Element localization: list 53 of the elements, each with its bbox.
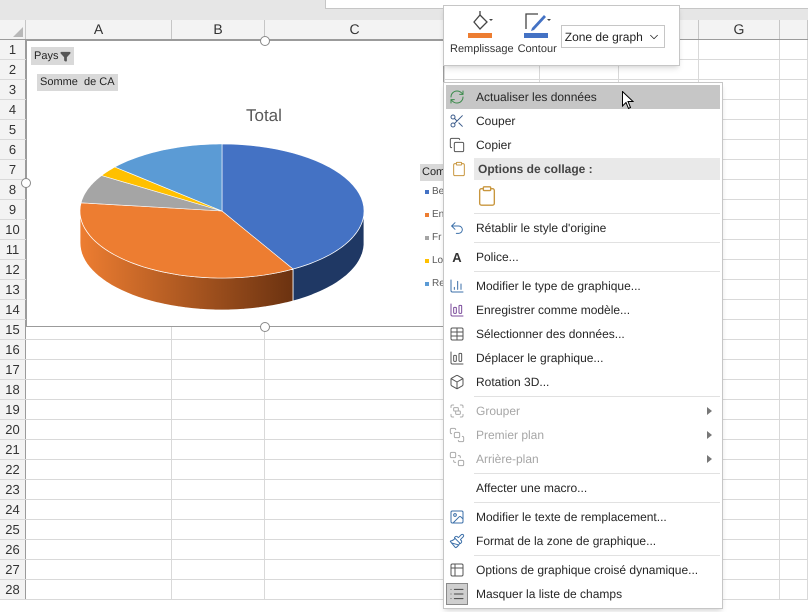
font-icon: A xyxy=(452,250,462,264)
outline-button[interactable]: Contour xyxy=(518,10,557,58)
bar-chart-icon xyxy=(449,278,465,294)
legend-label: Lo xyxy=(432,254,444,268)
reset-style-icon xyxy=(449,220,465,236)
group-icon xyxy=(449,403,465,419)
cube-icon xyxy=(449,374,465,390)
paste-options-header: Options de collage : xyxy=(474,158,720,180)
table-icon xyxy=(449,562,465,578)
chart-element-dropdown[interactable]: Zone de graph xyxy=(560,25,665,48)
column-header[interactable]: C xyxy=(349,19,360,40)
fill-button[interactable]: Remplissage xyxy=(450,10,514,58)
menu-item[interactable]: Rotation 3D... xyxy=(446,370,720,394)
bring-front-icon xyxy=(449,427,465,443)
menu-item[interactable]: Couper xyxy=(446,109,720,133)
menu-item[interactable]: Déplacer le graphique... xyxy=(446,346,720,370)
menu-item[interactable]: Modifier le texte de remplacement... xyxy=(446,505,720,529)
scissors-icon xyxy=(449,113,465,129)
menu-item[interactable]: Enregistrer comme modèle... xyxy=(446,298,720,322)
paste-icon[interactable] xyxy=(476,185,498,207)
table-icon xyxy=(449,326,465,342)
menu-item[interactable]: Modifier le type de graphique... xyxy=(446,274,720,298)
menu-item[interactable]: Sélectionner des données... xyxy=(446,322,720,346)
pie-slice[interactable] xyxy=(80,202,294,310)
column-header[interactable]: B xyxy=(213,19,223,40)
refresh-icon xyxy=(449,89,465,105)
column-header[interactable]: G xyxy=(734,19,744,40)
selection-handle[interactable] xyxy=(260,322,270,332)
menu-item[interactable]: Copier xyxy=(446,133,720,157)
send-back-icon xyxy=(449,451,465,467)
menu-item[interactable]: Affecter une macro... xyxy=(446,476,720,500)
legend-label: Fr xyxy=(432,231,442,245)
cursor-icon xyxy=(622,91,634,110)
chart-template-icon xyxy=(449,302,465,318)
legend-label: Be xyxy=(432,185,444,199)
column-header[interactable]: A xyxy=(94,19,104,40)
menu-item[interactable]: Format de la zone de graphique... xyxy=(446,529,720,553)
select-all-icon[interactable] xyxy=(13,27,23,37)
menu-item[interactable]: Rétablir le style d'origine xyxy=(446,216,720,240)
copy-icon xyxy=(449,137,465,153)
chart-move-icon xyxy=(449,350,465,366)
brush-icon xyxy=(449,533,465,549)
value-field-button[interactable]: Somme de CA xyxy=(37,74,118,91)
menu-item[interactable]: Masquer la liste de champs xyxy=(446,582,720,606)
clipboard-icon xyxy=(451,161,467,177)
menu-item[interactable]: A Police... xyxy=(446,245,720,269)
filter-button[interactable]: Pays xyxy=(31,47,74,65)
menu-item[interactable]: Options de graphique croisé dynamique... xyxy=(446,558,720,582)
image-icon xyxy=(449,509,465,525)
filter-icon xyxy=(60,50,72,62)
menu-item[interactable]: Actualiser les données xyxy=(446,85,720,109)
pie-slice[interactable] xyxy=(222,144,364,302)
chart-title: Total xyxy=(246,105,282,127)
